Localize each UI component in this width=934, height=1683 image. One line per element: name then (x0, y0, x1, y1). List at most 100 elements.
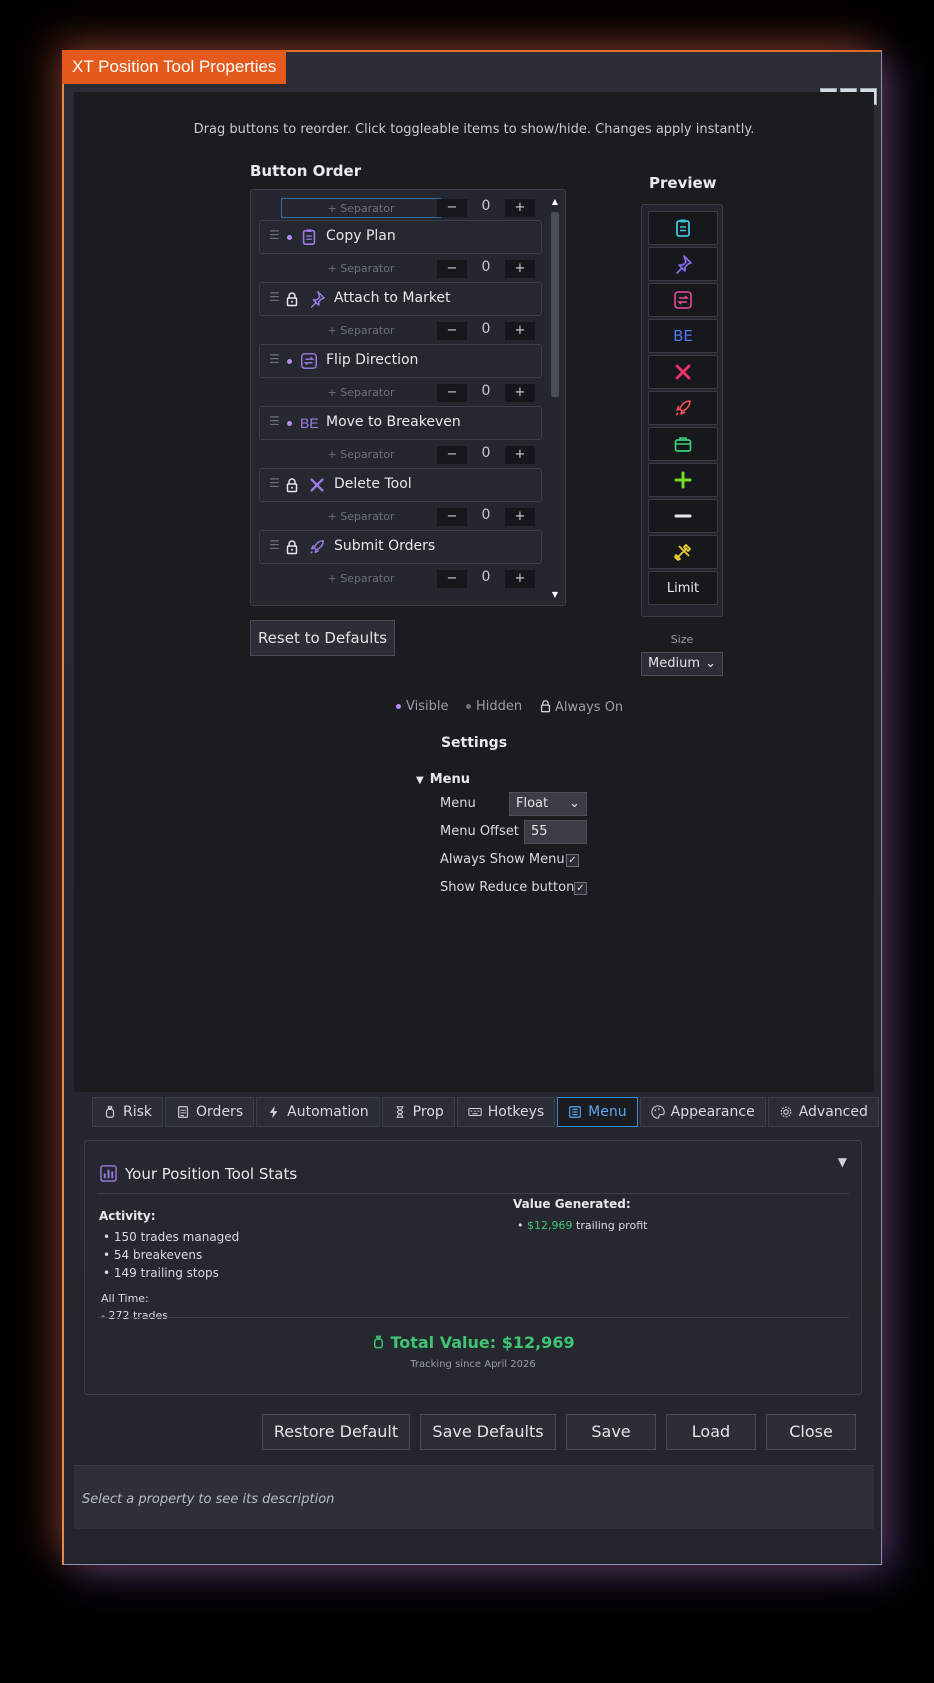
show-reduce-button-checkbox[interactable]: ✓ (574, 882, 587, 895)
collapse-icon[interactable]: ▼ (416, 775, 424, 786)
separator-count: 0 (481, 259, 491, 275)
bar-chart-icon (100, 1165, 117, 1182)
visible-dot-icon[interactable] (287, 235, 292, 240)
add-separator-button[interactable]: + Separator (281, 383, 441, 403)
separator-increment-button[interactable]: + (505, 322, 535, 340)
button-item-move-to-breakeven[interactable]: ☰ BE Move to Breakeven (259, 406, 542, 440)
preview-briefcase-button[interactable] (648, 427, 718, 461)
separator-increment-button[interactable]: + (505, 199, 535, 217)
separator-decrement-button[interactable]: − (437, 260, 467, 278)
separator-increment-button[interactable]: + (505, 570, 535, 588)
drag-handle-icon[interactable]: ☰ (269, 476, 280, 490)
add-separator-button[interactable]: + Separator (281, 198, 441, 218)
button-item-delete-tool[interactable]: ☰ Delete Tool (259, 468, 542, 502)
preview-flip-button[interactable] (648, 283, 718, 317)
drag-handle-icon[interactable]: ☰ (269, 538, 280, 552)
divider (97, 1193, 849, 1194)
preview-add-button[interactable] (648, 463, 718, 497)
preview-limit-button[interactable]: Limit (648, 571, 718, 605)
scroll-up-icon[interactable]: ▲ (549, 196, 561, 208)
menu-offset-input[interactable]: 55 (524, 820, 587, 844)
preview-submit-button[interactable] (648, 391, 718, 425)
separator-decrement-button[interactable]: − (437, 199, 467, 217)
activity-item: • 149 trailing stops (103, 1266, 219, 1280)
separator-increment-button[interactable]: + (505, 384, 535, 402)
add-separator-button[interactable]: + Separator (281, 321, 441, 341)
drag-handle-icon[interactable]: ☰ (269, 290, 280, 304)
hourglass-icon (396, 1106, 404, 1118)
collapse-stats-icon[interactable]: ▼ (838, 1155, 847, 1169)
scroll-down-icon[interactable]: ▼ (549, 589, 561, 601)
add-separator-button[interactable]: + Separator (281, 507, 441, 527)
preview-attach-button[interactable] (648, 247, 718, 281)
tab-label: Automation (287, 1104, 369, 1120)
visible-dot-icon[interactable] (287, 421, 292, 426)
separator-decrement-button[interactable]: − (437, 508, 467, 526)
separator-decrement-button[interactable]: − (437, 322, 467, 340)
menu-property-label: Menu (440, 796, 476, 811)
save-button[interactable]: Save (566, 1414, 656, 1450)
preview-copy-plan-button[interactable] (648, 211, 718, 245)
tracking-since-text: Tracking since April 2026 (410, 1359, 536, 1370)
button-item-attach-to-market[interactable]: ☰ Attach to Market (259, 282, 542, 316)
description-bar: Select a property to see its description (74, 1465, 874, 1529)
preview-panel: BE Limit (641, 204, 723, 617)
button-item-submit-orders[interactable]: ☰ Submit Orders (259, 530, 542, 564)
separator-decrement-button[interactable]: − (437, 384, 467, 402)
separator-row: + Separator − 0 + (261, 566, 541, 590)
tab-menu[interactable]: Menu (557, 1097, 638, 1127)
reset-to-defaults-button[interactable]: Reset to Defaults (250, 620, 395, 656)
separator-decrement-button[interactable]: − (437, 570, 467, 588)
tab-advanced[interactable]: Advanced (767, 1097, 879, 1127)
button-item-label: Attach to Market (334, 290, 451, 306)
separator-increment-button[interactable]: + (505, 508, 535, 526)
legend-always-on: Always On (540, 699, 623, 715)
all-time-item: - 272 trades (101, 1309, 169, 1322)
preview-reduce-button[interactable] (648, 499, 718, 533)
lock-icon (286, 478, 298, 493)
tab-hotkeys[interactable]: Hotkeys (456, 1097, 556, 1127)
button-item-copy-plan[interactable]: ☰ Copy Plan (259, 220, 542, 254)
divider (97, 1317, 849, 1318)
tab-automation[interactable]: Automation (256, 1097, 380, 1127)
separator-decrement-button[interactable]: − (437, 446, 467, 464)
tab-appearance[interactable]: Appearance (639, 1097, 766, 1127)
close-button[interactable]: Close (766, 1414, 856, 1450)
restore-default-button[interactable]: Restore Default (262, 1414, 410, 1450)
preview-tools-button[interactable] (648, 535, 718, 569)
scroll-thumb[interactable] (551, 212, 559, 397)
briefcase-icon (674, 437, 692, 452)
add-separator-button[interactable]: + Separator (281, 259, 441, 279)
drag-handle-icon[interactable]: ☰ (269, 352, 280, 366)
separator-increment-button[interactable]: + (505, 260, 535, 278)
menu-group-header[interactable]: ▼ Menu (416, 772, 470, 787)
button-item-flip-direction[interactable]: ☰ Flip Direction (259, 344, 542, 378)
tab-orders[interactable]: Orders (165, 1097, 255, 1127)
size-select[interactable]: Medium ⌄ (641, 652, 723, 676)
flip-icon (674, 291, 692, 309)
tab-risk[interactable]: Risk (92, 1097, 164, 1127)
show-reduce-button-label: Show Reduce button (440, 880, 575, 895)
separator-increment-button[interactable]: + (505, 446, 535, 464)
save-defaults-button[interactable]: Save Defaults (420, 1414, 556, 1450)
menu-mode-select[interactable]: Float ⌄ (509, 792, 587, 816)
palette-icon (650, 1105, 665, 1119)
tab-prop[interactable]: Prop (381, 1097, 455, 1127)
tab-label: Prop (412, 1104, 444, 1120)
activity-text: 149 trailing stops (113, 1266, 219, 1280)
list-scrollbar[interactable]: ▲ ▼ (549, 196, 561, 601)
button-item-label: Flip Direction (326, 352, 419, 368)
preview-delete-button[interactable] (648, 355, 718, 389)
preview-breakeven-button[interactable]: BE (648, 319, 718, 353)
visible-dot-icon (396, 704, 401, 709)
size-select-value: Medium (648, 656, 700, 671)
add-separator-button[interactable]: + Separator (281, 445, 441, 465)
add-separator-button[interactable]: + Separator (281, 569, 441, 589)
load-button[interactable]: Load (666, 1414, 756, 1450)
drag-handle-icon[interactable]: ☰ (269, 228, 280, 242)
always-show-menu-checkbox[interactable]: ✓ (566, 854, 579, 867)
properties-window: XT Position Tool Properties ▁ □ ✕ Drag b… (62, 50, 882, 1565)
button-item-label: Copy Plan (326, 228, 396, 244)
drag-handle-icon[interactable]: ☰ (269, 414, 280, 428)
visible-dot-icon[interactable] (287, 359, 292, 364)
